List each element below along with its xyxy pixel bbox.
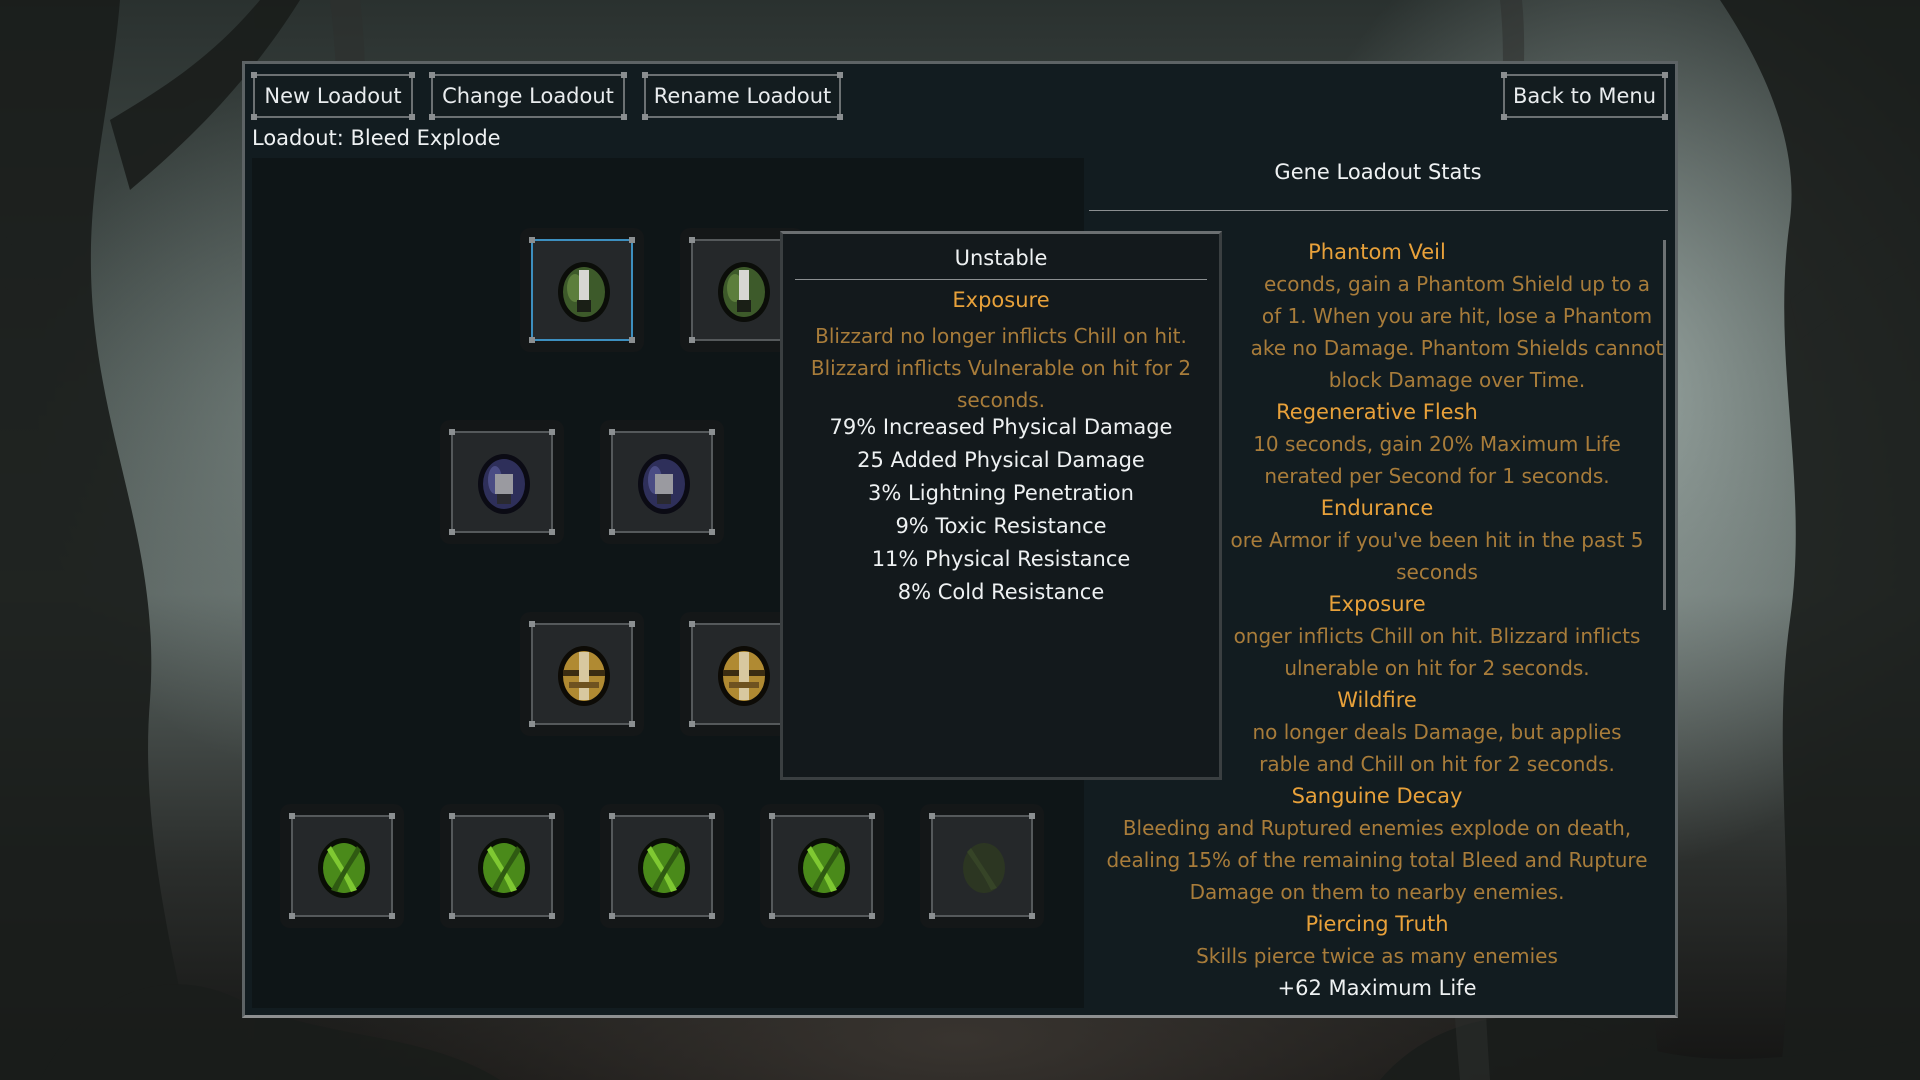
loadout-name: Loadout: Bleed Explode xyxy=(252,126,501,150)
lime-gene-icon xyxy=(638,838,690,898)
back-to-menu-label: Back to Menu xyxy=(1512,84,1657,108)
gene-slot[interactable] xyxy=(520,612,644,736)
purple-gene-icon xyxy=(638,454,690,514)
tooltip-stat: 9% Toxic Resistance xyxy=(895,514,1107,538)
lime-gene-icon xyxy=(478,838,530,898)
purple-gene-icon xyxy=(478,454,530,514)
lime-gene-icon xyxy=(318,838,370,898)
gene-slot[interactable] xyxy=(520,228,644,352)
stat-entry-desc: Bleeding and Ruptured enemies explode on… xyxy=(1106,816,1648,904)
gene-slot-empty[interactable] xyxy=(920,804,1044,928)
green-gene-icon xyxy=(558,262,610,322)
dim-lime-gene-icon xyxy=(963,843,1005,893)
tooltip-stat: 8% Cold Resistance xyxy=(897,580,1105,604)
green-gene-icon xyxy=(718,262,770,322)
gold-gene-icon xyxy=(718,646,770,706)
tooltip-stat: 79% Increased Physical Damage xyxy=(829,415,1173,439)
tooltip-stat: 3% Lightning Penetration xyxy=(868,481,1134,505)
tooltip-stat: 11% Physical Resistance xyxy=(871,547,1131,571)
gene-slot[interactable] xyxy=(280,804,404,928)
tooltip-gene-name: Exposure xyxy=(952,288,1050,312)
tooltip-title: Unstable xyxy=(954,246,1048,270)
stat-entry-name: Piercing Truth xyxy=(1305,912,1449,936)
gene-slot[interactable] xyxy=(440,804,564,928)
rename-loadout-button[interactable]: Rename Loadout xyxy=(642,72,843,120)
gene-slot[interactable] xyxy=(600,420,724,544)
change-loadout-button[interactable]: Change Loadout xyxy=(429,72,627,120)
stats-title: Gene Loadout Stats xyxy=(1274,160,1482,184)
tooltip-stat: 25 Added Physical Damage xyxy=(857,448,1145,472)
divider xyxy=(1089,210,1668,211)
gold-gene-icon xyxy=(558,646,610,706)
gene-slot[interactable] xyxy=(600,804,724,928)
gene-tooltip: Unstable Exposure Blizzard no longer inf… xyxy=(780,231,1222,780)
tooltip-stat-list: 79% Increased Physical Damage 25 Added P… xyxy=(783,411,1219,609)
rename-loadout-label: Rename Loadout xyxy=(653,84,832,108)
lime-gene-icon xyxy=(798,838,850,898)
stat-entry-name: Sanguine Decay xyxy=(1291,784,1463,808)
gene-slot[interactable] xyxy=(440,420,564,544)
new-loadout-label: New Loadout xyxy=(264,84,402,108)
back-to-menu-button[interactable]: Back to Menu xyxy=(1501,72,1668,120)
divider xyxy=(795,279,1207,280)
tooltip-description: Blizzard no longer inflicts Chill on hit… xyxy=(810,324,1192,412)
stat-entry-value: +62 Maximum Life xyxy=(1277,976,1477,1000)
change-loadout-label: Change Loadout xyxy=(442,84,614,108)
gene-slot[interactable] xyxy=(760,804,884,928)
stat-entry-desc: Skills pierce twice as many enemies xyxy=(1196,944,1558,968)
new-loadout-button[interactable]: New Loadout xyxy=(251,72,415,120)
